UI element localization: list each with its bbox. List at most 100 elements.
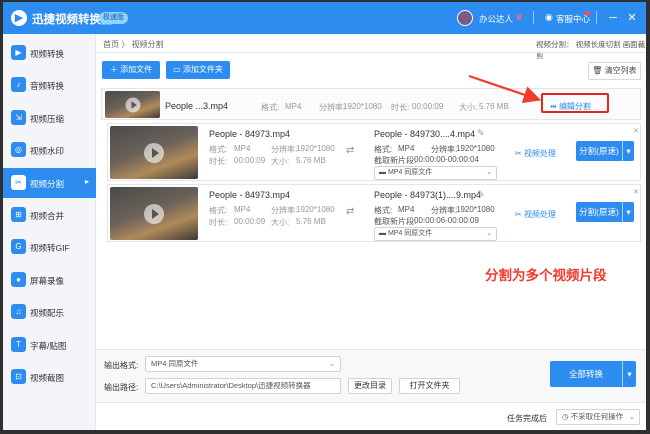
- sidebar-item-9[interactable]: ♫ 视频配乐: [3, 297, 96, 327]
- after-task-value: 不采取任何操作: [570, 412, 624, 421]
- edition-badge: 极速版: [99, 12, 128, 24]
- sidebar: ▶ 视频转换 ♪ 音频转换 ⇲ 视频压缩 ◎ 视频水印 ✂ 视频分割 ▸ ⊞ 视频合并 G 视频转GIF ● 屏…: [3, 34, 96, 430]
- add-folder-button[interactable]: ▭ 添加文件夹: [166, 61, 230, 79]
- source-thumbnail[interactable]: [105, 91, 160, 118]
- duration-label: 时长:: [209, 157, 228, 166]
- change-directory-button[interactable]: 更改目录: [348, 378, 392, 394]
- split-button-label[interactable]: 分割(原速): [576, 202, 622, 222]
- output-resolution-label: 分辨率:: [431, 206, 458, 215]
- output-format-label: 格式:: [374, 206, 393, 215]
- split-button[interactable]: 分割(原速) ▾: [576, 202, 634, 222]
- play-icon[interactable]: [125, 97, 140, 112]
- cut-range-label: 截取新片段:: [374, 156, 417, 165]
- sidebar-item-10[interactable]: T 字幕/贴图: [3, 330, 96, 360]
- screen-record-icon: ●: [11, 271, 26, 287]
- resolution-value: 1920*1080: [343, 102, 382, 111]
- play-icon[interactable]: [144, 142, 164, 163]
- play-icon[interactable]: [144, 203, 164, 224]
- shuffle-icon: ⇄: [346, 206, 355, 217]
- output-format-value: MP4 同原文件: [151, 359, 199, 368]
- after-task-label: 任务完成后: [507, 414, 547, 423]
- scissors-icon: ✂: [515, 210, 524, 219]
- format-label: 格式:: [209, 145, 228, 154]
- segment-format-select[interactable]: ▬ MP4 同原文件 ⌄: [374, 166, 497, 180]
- output-format-label: 输出格式:: [104, 361, 139, 370]
- segment-thumbnail[interactable]: [110, 187, 198, 240]
- remove-segment-icon[interactable]: ✕: [633, 188, 639, 196]
- video-process-button[interactable]: ✂ 视频处理: [515, 148, 556, 159]
- remove-segment-icon[interactable]: ✕: [633, 127, 639, 135]
- output-file-name: People - 849730....4.mp4: [374, 129, 476, 139]
- split-button[interactable]: 分割(原速) ▾: [576, 141, 634, 161]
- clear-list-label: 清空列表: [604, 66, 637, 75]
- convert-all-button[interactable]: 全部转换 ▾: [550, 361, 636, 387]
- user-name[interactable]: 办公达人: [479, 13, 513, 25]
- user-avatar[interactable]: [457, 10, 473, 26]
- resolution-value: 1920*1080: [296, 144, 335, 153]
- output-format-label: 格式:: [374, 145, 393, 154]
- sidebar-item-4[interactable]: ◎ 视频水印: [3, 135, 96, 165]
- sidebar-item-6[interactable]: ⊞ 视频合并: [3, 200, 96, 230]
- output-path-label: 输出路径:: [104, 383, 139, 392]
- split-mode-length[interactable]: 视频长度切割: [576, 40, 621, 49]
- film-icon: ▬: [379, 230, 388, 237]
- output-resolution-value: 1920*1080: [456, 205, 495, 214]
- sidebar-item-label: 音频转换: [30, 81, 65, 92]
- size-value: 5.76 MB: [296, 217, 326, 226]
- format-label: 格式:: [209, 206, 228, 215]
- video-process-button[interactable]: ✂ 视频处理: [515, 209, 556, 220]
- convert-all-label[interactable]: 全部转换: [550, 361, 622, 387]
- split-dropdown-icon[interactable]: ▾: [622, 141, 634, 161]
- close-icon[interactable]: ✕: [625, 10, 639, 26]
- sidebar-item-2[interactable]: ♪ 音频转换: [3, 70, 96, 100]
- segment-format-select[interactable]: ▬ MP4 同原文件 ⌄: [374, 227, 497, 241]
- clock-icon: ◷: [562, 412, 571, 421]
- output-format-select[interactable]: MP4 同原文件 ⌄: [145, 356, 341, 372]
- sidebar-item-7[interactable]: G 视频转GIF: [3, 232, 96, 262]
- size-label: 大小:: [271, 218, 290, 227]
- sidebar-item-label: 视频转GIF: [30, 243, 70, 254]
- rename-pencil-icon[interactable]: ✎: [477, 128, 485, 139]
- output-path-input[interactable]: C:\Users\Administrator\Desktop\迅捷视频转换器: [145, 378, 341, 394]
- title-divider: [596, 11, 597, 24]
- split-dropdown-icon[interactable]: ▾: [622, 202, 634, 222]
- sidebar-item-3[interactable]: ⇲ 视频压缩: [3, 103, 96, 133]
- audio-convert-icon: ♪: [11, 77, 26, 93]
- after-task-select[interactable]: ◷ 不采取任何操作 ⌄: [556, 409, 640, 425]
- segment-file-name: People - 84973.mp4: [209, 190, 291, 200]
- output-resolution-value: 1920*1080: [456, 144, 495, 153]
- minimize-icon[interactable]: ─: [606, 10, 620, 26]
- sidebar-item-5[interactable]: ✂ 视频分割 ▸: [3, 167, 96, 198]
- open-folder-button[interactable]: 打开文件夹: [399, 378, 460, 394]
- breadcrumb-home[interactable]: 首页: [103, 40, 119, 49]
- clear-list-button[interactable]: 🗑 清空列表: [588, 62, 641, 80]
- segment-row[interactable]: People - 84973.mp4 格式: MP4 分辨率: 1920*108…: [107, 184, 641, 242]
- sidebar-item-label: 字幕/贴图: [30, 340, 67, 351]
- scissors-icon: ✂: [515, 149, 524, 158]
- segment-thumbnail[interactable]: [110, 126, 198, 179]
- duration-value: 00:00:09: [234, 217, 266, 226]
- compress-icon: ⇲: [11, 109, 26, 125]
- cut-range-value: 00:00:06-00:00:09: [414, 216, 479, 225]
- format-value: MP4: [285, 102, 302, 111]
- chevron-down-icon: ⌄: [486, 169, 492, 176]
- sidebar-item-1[interactable]: ▶ 视频转换: [3, 38, 96, 68]
- segment-row[interactable]: People - 84973.mp4 格式: MP4 分辨率: 1920*108…: [107, 123, 641, 181]
- sidebar-item-label: 视频配乐: [30, 308, 65, 319]
- film-icon: ▬: [379, 169, 388, 176]
- sidebar-item-label: 视频转换: [30, 49, 65, 59]
- convert-all-dropdown-icon[interactable]: ▾: [622, 361, 636, 387]
- sidebar-item-label: 视频截图: [30, 373, 65, 383]
- rename-pencil-icon[interactable]: ✎: [477, 189, 485, 200]
- output-format-value: MP4: [398, 144, 415, 153]
- shuffle-icon: ⇄: [346, 145, 355, 156]
- add-file-button[interactable]: ＋ 添加文件: [102, 61, 160, 79]
- highlight-box: [541, 93, 609, 113]
- music-icon: ♫: [11, 304, 26, 320]
- video-convert-icon: ▶: [11, 45, 26, 60]
- service-icon[interactable]: ◉: [545, 12, 553, 23]
- sidebar-item-8[interactable]: ● 屏幕录像: [3, 265, 96, 295]
- split-button-label[interactable]: 分割(原速): [576, 141, 622, 161]
- annotation-text: 分割为多个视频片段: [485, 268, 607, 283]
- sidebar-item-11[interactable]: ⊡ 视频截图: [3, 362, 96, 392]
